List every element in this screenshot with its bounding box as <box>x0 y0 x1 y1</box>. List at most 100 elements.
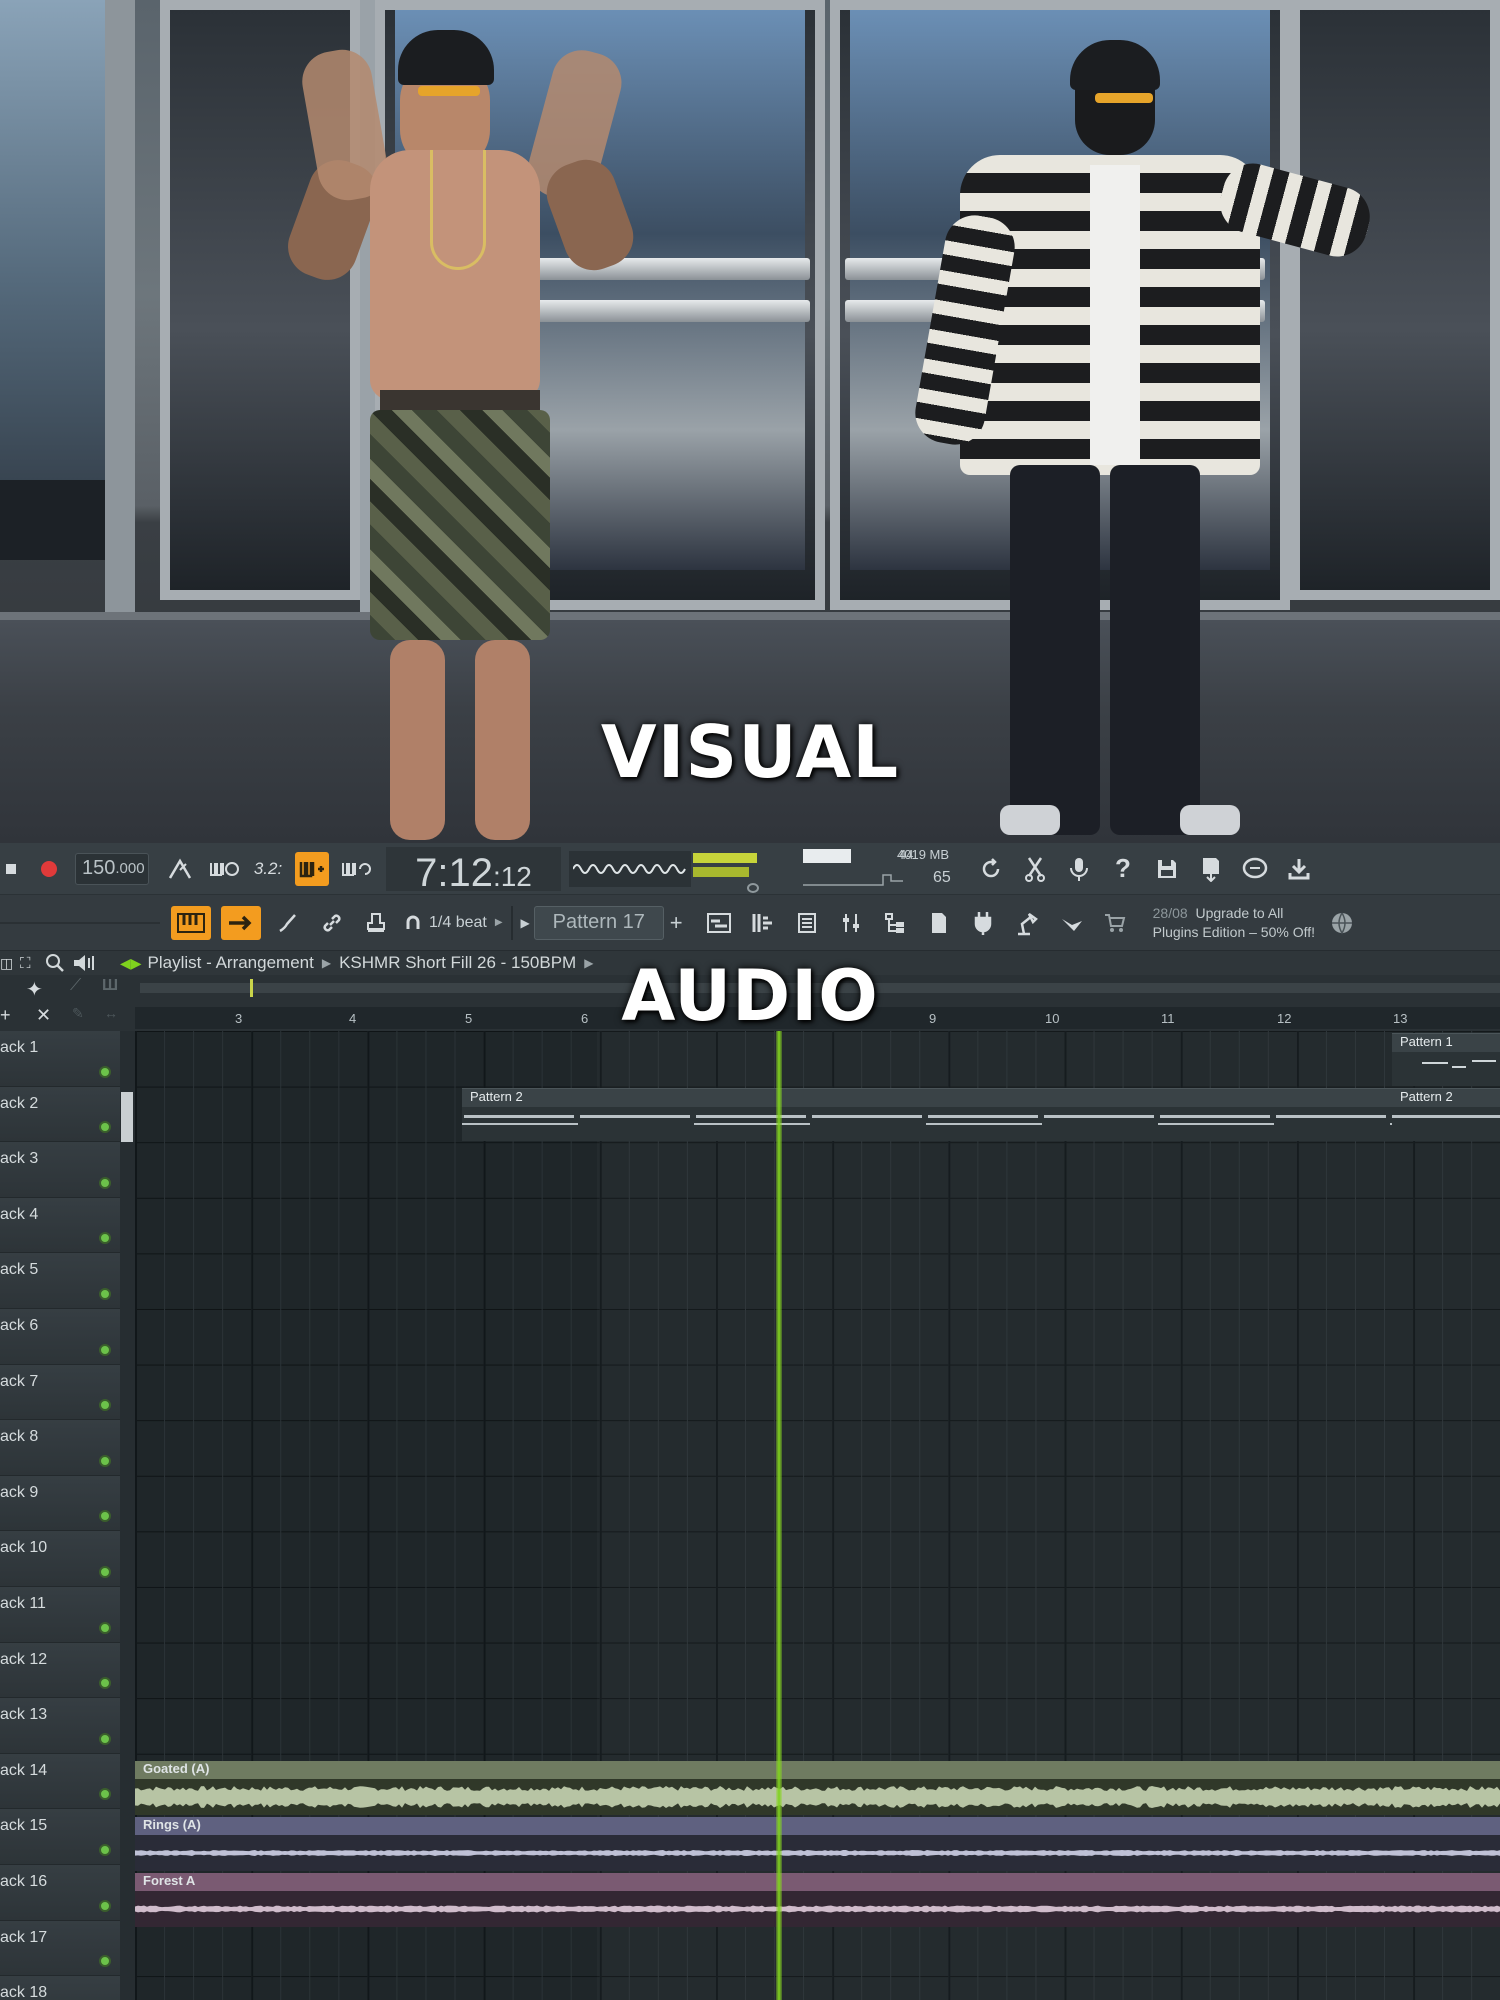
help-button[interactable]: ? <box>1106 852 1140 886</box>
track-header[interactable]: ack 9 <box>0 1475 120 1532</box>
playlist-icon <box>706 912 731 933</box>
toolbar-shortcuts: ? <box>969 852 1321 886</box>
snap-select[interactable]: 1/4 beat ▶ <box>429 914 503 932</box>
track-header[interactable]: ack 4 <box>0 1197 120 1254</box>
stop-button[interactable] <box>0 852 22 886</box>
online-button[interactable] <box>1325 906 1359 940</box>
track-name: ack 2 <box>0 1094 39 1112</box>
playhead[interactable] <box>776 1031 782 2000</box>
draw-tool-button[interactable] <box>221 905 261 940</box>
template-button[interactable] <box>922 906 956 940</box>
mic-button[interactable] <box>1062 852 1096 886</box>
pattern-clip-pattern-2b[interactable]: Pattern 2 <box>1392 1088 1500 1141</box>
track-header-column: ack 1 ack 2 ack 3 ack 4 ack 5 ack 6 ack 7 ack 8… <box>0 1031 120 2000</box>
audio-clip-rings[interactable]: Rings (A) <box>135 1817 1500 1871</box>
track-header[interactable]: ack 16 <box>0 1865 120 1921</box>
list-icon <box>797 912 816 933</box>
track-mute-led[interactable] <box>99 1621 111 1634</box>
save-button[interactable] <box>1150 852 1184 886</box>
track-header[interactable]: ack 3 <box>0 1142 120 1198</box>
track-mute-led[interactable] <box>99 1399 111 1412</box>
track-header[interactable]: ack 8 <box>0 1420 120 1476</box>
playlist-tracks: ack 1 ack 2 ack 3 ack 4 ack 5 ack 6 ack 7 ack 8… <box>0 1031 1500 2000</box>
track-header[interactable]: ack 18 <box>0 1976 120 2000</box>
track-mute-led[interactable] <box>99 1065 111 1078</box>
countdown-button[interactable]: 3.2: <box>251 852 285 886</box>
track-mute-led[interactable] <box>99 1955 111 1968</box>
track-mute-led[interactable] <box>99 1565 111 1578</box>
track-mute-led[interactable] <box>99 1899 111 1912</box>
track-name: ack 4 <box>0 1205 39 1223</box>
track-header[interactable]: ack 6 <box>0 1309 120 1365</box>
touch-controller-button[interactable] <box>1010 906 1044 940</box>
metronome-icon <box>168 858 192 879</box>
link-button[interactable] <box>315 906 349 940</box>
download-button[interactable] <box>1282 852 1316 886</box>
reset-button[interactable] <box>974 852 1008 886</box>
track-mute-led[interactable] <box>99 1287 111 1300</box>
playlist-button[interactable] <box>171 905 211 940</box>
track-header[interactable]: ack 12 <box>0 1642 120 1699</box>
track-header[interactable]: ack 1 <box>0 1031 120 1087</box>
plugin-button[interactable] <box>966 906 1000 940</box>
track-header[interactable]: ack 11 <box>0 1587 120 1643</box>
track-header[interactable]: ack 13 <box>0 1698 120 1754</box>
track-mute-led[interactable] <box>99 1788 111 1801</box>
track-mute-led[interactable] <box>99 1121 111 1134</box>
blend-notes-button[interactable] <box>295 851 329 886</box>
loop-record-button[interactable] <box>339 852 373 886</box>
track-mute-led[interactable] <box>99 1454 111 1467</box>
track-mute-led[interactable] <box>99 1343 111 1356</box>
snap-button[interactable] <box>403 906 423 940</box>
browser-button[interactable] <box>878 906 912 940</box>
save-icon <box>1158 859 1176 878</box>
channel-rack-button[interactable] <box>746 906 780 940</box>
pattern-value: Pattern 17 <box>552 911 645 933</box>
lamp-icon <box>1017 912 1038 935</box>
wait-record-button[interactable] <box>207 852 241 886</box>
track-header[interactable]: ack 17 <box>0 1920 120 1977</box>
track-name: ack 7 <box>0 1372 39 1390</box>
stamp-button[interactable] <box>359 906 393 940</box>
cut-button[interactable] <box>1018 852 1052 886</box>
pattern-select[interactable]: Pattern 17 <box>533 905 664 940</box>
record-icon <box>41 860 57 877</box>
track-header[interactable]: ack 10 <box>0 1531 120 1587</box>
track-mute-led[interactable] <box>99 1232 111 1245</box>
shop-button[interactable] <box>1098 906 1132 940</box>
news-panel[interactable]: 28/08 Upgrade to All Plugins Edition – 5… <box>1153 904 1315 942</box>
audio-clip-forest[interactable]: Forest A <box>135 1873 1500 1927</box>
chat-button[interactable] <box>1238 852 1272 886</box>
magnet-icon <box>406 915 420 929</box>
playlist-toolbar: 1/4 beat ▶ ▶ Pattern 17 + 28/08 Upgrade … <box>0 895 1500 951</box>
playlist-window-button[interactable] <box>702 906 736 940</box>
add-pattern-button[interactable]: + <box>670 910 683 936</box>
track-header[interactable]: ack 14 <box>0 1753 120 1810</box>
audio-clip-goated[interactable]: Goated (A) <box>135 1761 1500 1815</box>
track-header[interactable]: ack 5 <box>0 1253 120 1309</box>
track-mute-led[interactable] <box>99 1677 111 1690</box>
mixer-list-button[interactable] <box>790 906 824 940</box>
song-time-display[interactable]: 7:12:12 <box>386 846 561 895</box>
track-header[interactable]: ack 15 <box>0 1809 120 1865</box>
help-icon: ? <box>1115 853 1131 883</box>
record-button[interactable] <box>32 852 66 886</box>
stamp-icon <box>367 912 385 932</box>
tool-icon <box>1061 918 1082 931</box>
pattern-clip-pattern-2[interactable]: Pattern 2 <box>462 1088 1392 1141</box>
pattern-clip-pattern-1[interactable]: Pattern 1 <box>1392 1033 1500 1086</box>
metronome-button[interactable] <box>163 852 197 886</box>
track-mute-led[interactable] <box>99 1176 111 1189</box>
memory-usage: 4019 MB <box>897 846 950 862</box>
tempo-display[interactable]: 150.000 <box>75 852 149 885</box>
slide-tool-button[interactable] <box>271 906 305 940</box>
track-mute-led[interactable] <box>99 1732 111 1745</box>
track-header[interactable]: ack 2 <box>0 1086 120 1143</box>
pattern-prev-button[interactable]: ▶ <box>521 916 530 930</box>
track-mute-led[interactable] <box>99 1510 111 1523</box>
track-mute-led[interactable] <box>99 1843 111 1856</box>
mixer-button[interactable] <box>834 906 868 940</box>
plugin-picker-button[interactable] <box>1054 906 1088 940</box>
track-header[interactable]: ack 7 <box>0 1364 120 1421</box>
export-button[interactable] <box>1194 852 1228 886</box>
